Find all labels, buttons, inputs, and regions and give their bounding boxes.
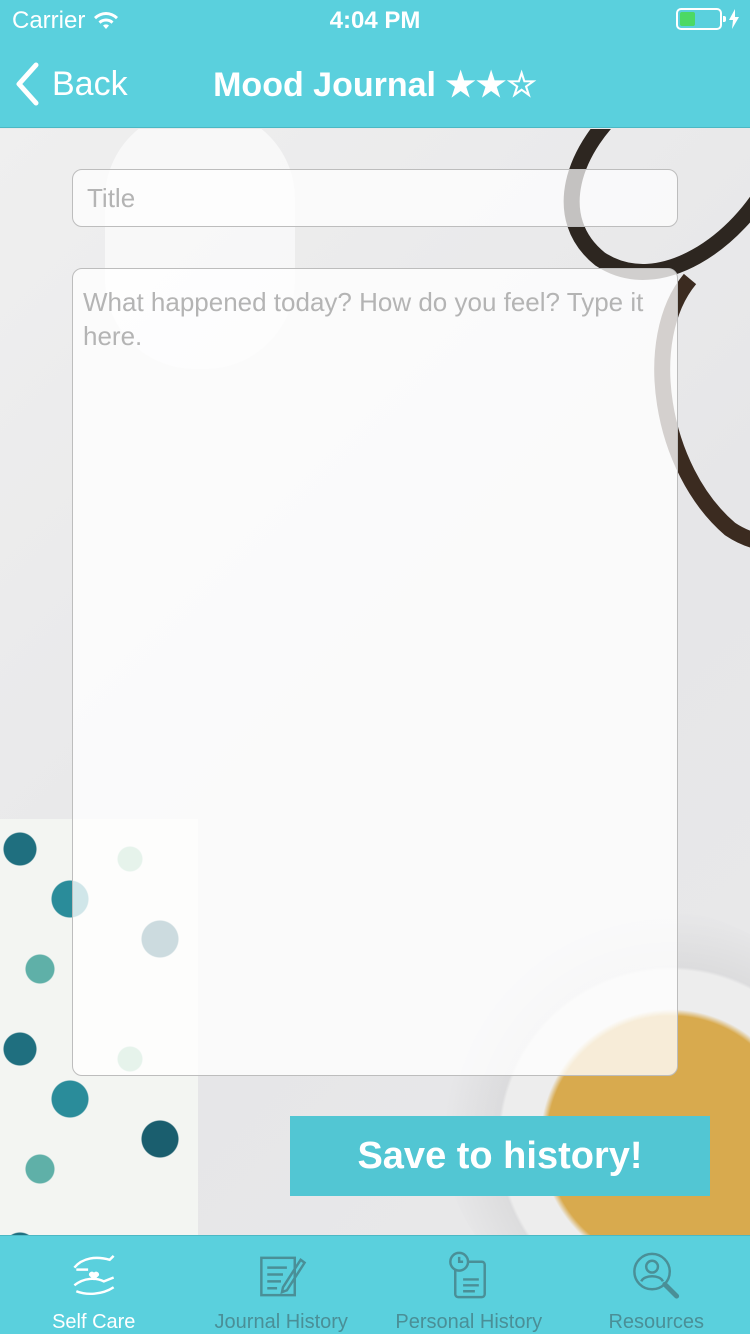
status-bar: Carrier 4:04 PM (0, 0, 750, 40)
save-to-history-button[interactable]: Save to history! (290, 1116, 710, 1196)
tab-self-care[interactable]: Self Care (0, 1236, 188, 1334)
tab-label: Personal History (395, 1311, 543, 1333)
top-bar: Carrier 4:04 PM Back Mood Journal ★★☆ (0, 0, 750, 128)
user-search-icon (633, 1252, 680, 1299)
journal-entry-textarea[interactable] (72, 268, 678, 1076)
tab-personal-history[interactable]: Personal History (375, 1236, 563, 1334)
title-input[interactable] (72, 169, 678, 227)
clipboard-clock-icon (448, 1251, 486, 1299)
tab-label: Journal History (214, 1311, 348, 1333)
tab-label: Resources (608, 1311, 705, 1333)
tab-bar: Self Care Journal History Personal Histo… (0, 1235, 750, 1334)
page-title: Mood Journal ★★☆ (213, 66, 537, 104)
charging-bolt-icon (729, 9, 739, 29)
battery-icon (676, 8, 726, 30)
battery-group (676, 8, 740, 30)
hands-heart-icon (73, 1254, 115, 1295)
navigation-bar: Back Mood Journal ★★☆ (0, 40, 750, 128)
status-time: 4:04 PM (329, 7, 421, 34)
battery-fill (680, 12, 696, 26)
tab-label: Self Care (52, 1311, 136, 1333)
tab-resources[interactable]: Resources (563, 1236, 750, 1334)
journal-edit-icon (260, 1256, 307, 1297)
tab-journal-history[interactable]: Journal History (188, 1236, 376, 1334)
